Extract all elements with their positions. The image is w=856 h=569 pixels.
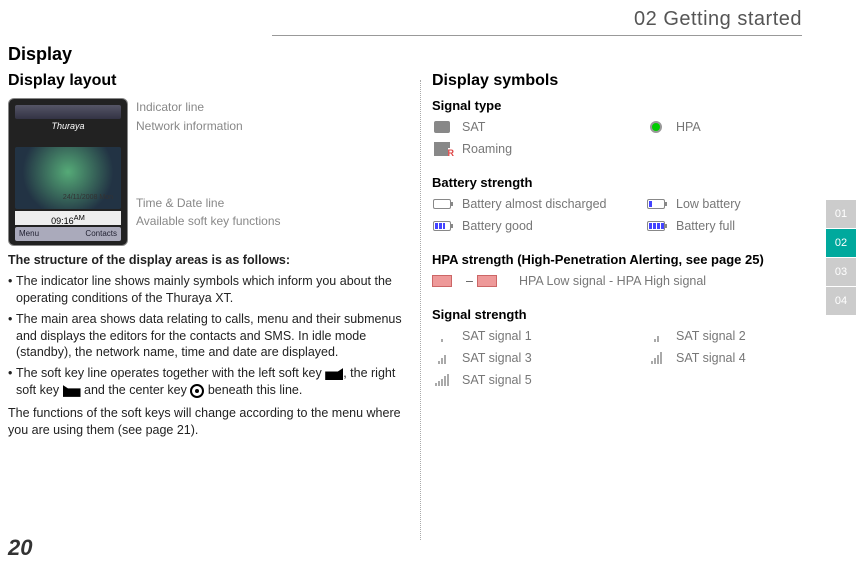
phone-softkey-bar: Menu Contacts [15, 227, 121, 241]
callout-group: Indicator line Network information Time … [136, 98, 281, 231]
column-divider [420, 80, 421, 540]
battery-low-label: Low battery [676, 197, 741, 211]
hpa-icon [646, 119, 666, 135]
hpa-high-bar-icon [477, 273, 497, 289]
roaming-label: Roaming [462, 142, 512, 156]
battery-good-icon [432, 218, 452, 234]
column-right: Display symbols Signal type SAT HPA Roam… [432, 72, 812, 394]
phone-softkey-right: Contacts [85, 227, 117, 241]
hpa-range-label: HPA Low signal - HPA High signal [519, 274, 706, 288]
phone-ampm: AM [74, 213, 85, 222]
bullet-1-text: The indicator line shows mainly symbols … [16, 273, 404, 307]
bullet-2: • The main area shows data relating to c… [8, 311, 404, 362]
side-tabs: 01 02 03 04 [826, 200, 856, 316]
left-softkey-icon [325, 368, 343, 380]
bullet-3-text: The soft key line operates together with… [16, 365, 404, 399]
phone-time-line: 09:16AM 24/11/2008 Mon [15, 211, 121, 225]
bullet-3: • The soft key line operates together wi… [8, 365, 404, 399]
center-key-icon [190, 384, 204, 398]
chapter-header: 02 Getting started [272, 8, 802, 36]
hpa-label: HPA [676, 120, 701, 134]
section-title: Display [8, 44, 72, 65]
signal-2-icon [646, 328, 666, 344]
bullet-1: • The indicator line shows mainly symbol… [8, 273, 404, 307]
phone-softkey-left: Menu [19, 227, 39, 241]
heading-signal-strength: Signal strength [432, 307, 812, 322]
phone-mockup: Thuraya 09:16AM 24/11/2008 Mon Menu Cont… [8, 98, 128, 246]
sat-label: SAT [462, 120, 485, 134]
callout-timedate: Time & Date line [136, 194, 281, 213]
signal-5-label: SAT signal 5 [462, 373, 532, 387]
bullet-2-text: The main area shows data relating to cal… [16, 311, 404, 362]
heading-hpa-strength: HPA strength (High-Penetration Alerting,… [432, 252, 812, 267]
side-tab-04[interactable]: 04 [826, 287, 856, 315]
roaming-icon [432, 141, 452, 157]
battery-good-label: Battery good [462, 219, 533, 233]
battery-low-icon [646, 196, 666, 212]
callout-network: Network information [136, 117, 281, 136]
callout-softkeys: Available soft key functions [136, 212, 281, 231]
phone-brand: Thuraya [15, 121, 121, 131]
heading-battery: Battery strength [432, 175, 812, 190]
battery-almost-label: Battery almost discharged [462, 197, 607, 211]
signal-3-label: SAT signal 3 [462, 351, 532, 365]
side-tab-02[interactable]: 02 [826, 229, 856, 257]
signal-4-icon [646, 350, 666, 366]
heading-signal-type: Signal type [432, 98, 812, 113]
signal-1-label: SAT signal 1 [462, 329, 532, 343]
right-softkey-icon [63, 385, 81, 397]
structure-heading: The structure of the display areas is as… [8, 252, 404, 269]
softkey-footer-text: The functions of the soft keys will chan… [8, 405, 404, 439]
hpa-range-sep: – [466, 274, 473, 288]
sat-icon [432, 119, 452, 135]
battery-almost-icon [432, 196, 452, 212]
page-number: 20 [8, 535, 32, 561]
callout-indicator: Indicator line [136, 98, 281, 117]
heading-display-layout: Display layout [8, 72, 404, 90]
column-left: Display layout Thuraya 09:16AM 24/11/200… [8, 72, 404, 439]
hpa-low-bar-icon [432, 273, 452, 289]
battery-full-label: Battery full [676, 219, 735, 233]
signal-1-icon [432, 328, 452, 344]
heading-display-symbols: Display symbols [432, 72, 812, 90]
side-tab-03[interactable]: 03 [826, 258, 856, 286]
phone-date: 24/11/2008 Mon [63, 191, 113, 205]
signal-5-icon [432, 372, 452, 388]
side-tab-01[interactable]: 01 [826, 200, 856, 228]
signal-4-label: SAT signal 4 [676, 351, 746, 365]
phone-time: 09:16 [51, 216, 74, 226]
signal-3-icon [432, 350, 452, 366]
signal-2-label: SAT signal 2 [676, 329, 746, 343]
battery-full-icon [646, 218, 666, 234]
